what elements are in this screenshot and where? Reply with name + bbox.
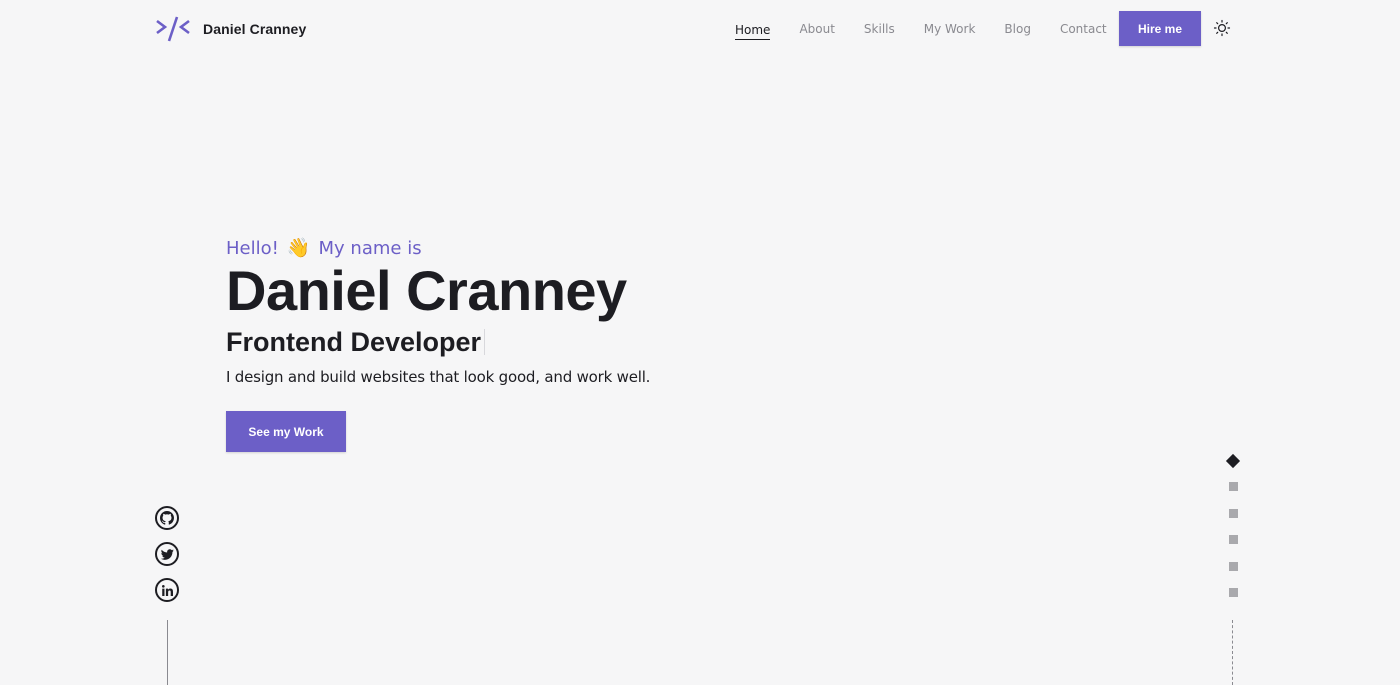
twitter-icon bbox=[160, 548, 174, 560]
nav-item-blog[interactable]: Blog bbox=[1004, 18, 1031, 40]
hero-role-text: Frontend Developer bbox=[226, 327, 482, 357]
section-indicator[interactable] bbox=[1228, 535, 1238, 544]
greeting-hello: Hello! bbox=[226, 238, 279, 259]
page: Daniel Cranney Home About Skills My Work… bbox=[0, 0, 1400, 685]
nav-item-my-work[interactable]: My Work bbox=[924, 18, 976, 40]
site-header: Daniel Cranney Home About Skills My Work… bbox=[0, 0, 1400, 58]
section-indicators bbox=[1225, 453, 1241, 615]
sun-icon[interactable] bbox=[1213, 19, 1231, 37]
nav-item-contact[interactable]: Contact bbox=[1060, 18, 1107, 40]
see-my-work-button[interactable]: See my Work bbox=[226, 411, 346, 452]
greeting-rest: My name is bbox=[318, 238, 422, 259]
twitter-link[interactable] bbox=[155, 542, 179, 566]
social-links bbox=[155, 506, 179, 602]
section-indicator[interactable] bbox=[1228, 482, 1238, 491]
linkedin-icon bbox=[161, 584, 173, 596]
typing-caret bbox=[484, 329, 486, 355]
section-indicator[interactable] bbox=[1228, 508, 1238, 518]
main-nav: Home About Skills My Work Blog Contact bbox=[735, 0, 1136, 58]
hero-name: Daniel Cranney bbox=[226, 259, 627, 322]
social-divider-line bbox=[167, 620, 168, 685]
github-link[interactable] bbox=[155, 506, 179, 530]
hero-role: Frontend Developer bbox=[226, 324, 486, 360]
indicator-divider-line bbox=[1232, 620, 1233, 685]
github-icon bbox=[160, 511, 174, 525]
brand-name: Daniel Cranney bbox=[203, 21, 307, 37]
section-indicator[interactable] bbox=[1228, 561, 1238, 571]
section-indicator-active[interactable] bbox=[1225, 453, 1241, 469]
nav-item-about[interactable]: About bbox=[799, 18, 834, 40]
hire-me-button[interactable]: Hire me bbox=[1119, 11, 1201, 46]
waving-hand-icon: 👋 bbox=[286, 237, 311, 259]
hero-description: I design and build websites that look go… bbox=[226, 368, 651, 386]
brand-logo[interactable]: Daniel Cranney bbox=[155, 15, 306, 43]
nav-item-skills[interactable]: Skills bbox=[864, 18, 895, 40]
code-logo-icon bbox=[156, 16, 190, 42]
hero-greeting: Hello! 👋 My name is bbox=[226, 238, 422, 259]
linkedin-link[interactable] bbox=[155, 578, 179, 602]
nav-item-home[interactable]: Home bbox=[735, 19, 771, 40]
section-indicator[interactable] bbox=[1228, 588, 1238, 597]
